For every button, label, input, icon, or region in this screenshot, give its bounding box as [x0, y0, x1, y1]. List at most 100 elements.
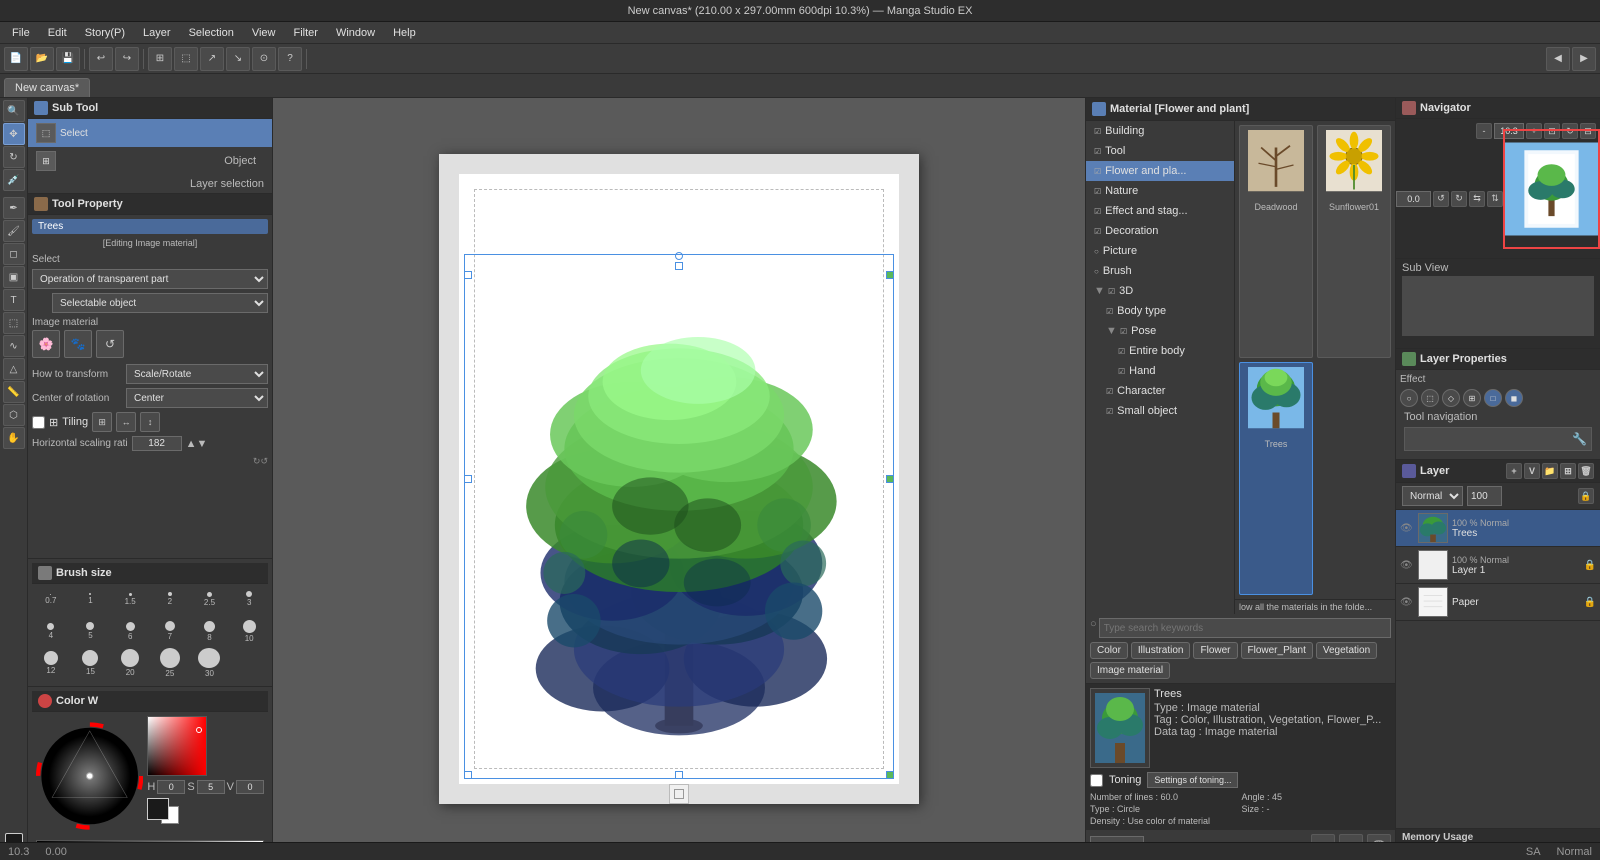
tb-nav-next[interactable]: ▶ — [1572, 47, 1596, 71]
h-scaling-input[interactable] — [132, 436, 182, 451]
tool-select-rect[interactable]: ⬚ — [3, 312, 25, 334]
tb-help[interactable]: ? — [278, 47, 302, 71]
brush-7[interactable]: 7 — [151, 616, 189, 646]
tag-illustration[interactable]: Illustration — [1131, 642, 1191, 659]
tag-flower-plant[interactable]: Flower_Plant — [1241, 642, 1313, 659]
tb-redo[interactable]: ↪ — [115, 47, 139, 71]
canvas-tab[interactable]: New canvas* — [4, 78, 90, 97]
tag-flower[interactable]: Flower — [1193, 642, 1237, 659]
tb-select[interactable]: ⬚ — [174, 47, 198, 71]
brush-25[interactable]: 25 — [151, 648, 189, 678]
tree-building[interactable]: ☑ Building — [1086, 121, 1234, 141]
tag-vegetation[interactable]: Vegetation — [1316, 642, 1377, 659]
layer-paper[interactable]: 👁 Paper 🔒 — [1396, 584, 1600, 621]
layer-delete[interactable]: 🗑 — [1578, 463, 1594, 479]
tool-poly[interactable]: △ — [3, 358, 25, 380]
eff-circle[interactable]: ○ — [1400, 389, 1418, 407]
menu-file[interactable]: File — [4, 25, 38, 41]
menu-story[interactable]: Story(P) — [77, 25, 133, 41]
thumb-trees[interactable]: Trees — [1239, 362, 1313, 595]
tree-nature[interactable]: ☑ Nature — [1086, 181, 1234, 201]
canvas-area[interactable] — [273, 98, 1085, 860]
tool-pen[interactable]: ✒ — [3, 197, 25, 219]
tree-tool[interactable]: ☑ Tool — [1086, 141, 1234, 161]
tag-image-material[interactable]: Image material — [1090, 662, 1170, 679]
nav-zoom-out[interactable]: - — [1476, 123, 1492, 139]
menu-filter[interactable]: Filter — [286, 25, 326, 41]
s-input[interactable] — [197, 780, 225, 794]
tree-entire-body[interactable]: ☑ Entire body — [1086, 341, 1234, 361]
subtool-select[interactable]: ⬚ Select — [28, 119, 272, 147]
nav-rotation-input[interactable] — [1396, 191, 1431, 207]
tb-transform[interactable]: ⊞ — [148, 47, 172, 71]
handle-mid-left[interactable] — [464, 475, 472, 483]
tool-rotate[interactable]: ↻ — [3, 146, 25, 168]
how-transform-select[interactable]: Scale/Rotate — [126, 364, 268, 384]
eff-edge[interactable]: ◇ — [1442, 389, 1460, 407]
tree-effect[interactable]: ☑ Effect and stag... — [1086, 201, 1234, 221]
tree-3d[interactable]: ▼ ☑ 3D — [1086, 281, 1234, 301]
tb-new[interactable]: 📄 — [4, 47, 28, 71]
thumb-deadwood[interactable]: Deadwood — [1239, 125, 1313, 358]
handle-top-right[interactable] — [886, 271, 894, 279]
handle-top-center-circle[interactable] — [675, 252, 683, 260]
menu-view[interactable]: View — [244, 25, 284, 41]
tool-ruler[interactable]: 📏 — [3, 381, 25, 403]
menu-layer[interactable]: Layer — [135, 25, 179, 41]
tb-a3[interactable]: ⊙ — [252, 47, 276, 71]
brush-20[interactable]: 20 — [111, 648, 149, 678]
layer-trees[interactable]: 👁 100 % Normal Trees — [1396, 510, 1600, 547]
brush-2.5[interactable]: 2.5 — [191, 584, 229, 614]
menu-edit[interactable]: Edit — [40, 25, 75, 41]
tree-pose[interactable]: ▼ ☑ Pose — [1086, 321, 1234, 341]
opacity-input[interactable] — [1467, 486, 1502, 506]
tb-open[interactable]: 📂 — [30, 47, 54, 71]
handle-bot-right[interactable] — [886, 771, 894, 779]
blend-mode-select[interactable]: Normal — [1402, 486, 1463, 506]
brush-30[interactable]: 30 — [191, 648, 229, 678]
tree-picture[interactable]: ○ Picture — [1086, 241, 1234, 261]
nav-fliph[interactable]: ⇆ — [1469, 191, 1485, 207]
paper-vis[interactable]: 👁 — [1400, 597, 1414, 608]
tb-undo[interactable]: ↩ — [89, 47, 113, 71]
tree-hand[interactable]: ☑ Hand — [1086, 361, 1234, 381]
selectable-obj-select[interactable]: Selectable object — [52, 293, 268, 313]
menu-selection[interactable]: Selection — [181, 25, 242, 41]
layer-1[interactable]: 👁 100 % Normal Layer 1 🔒 — [1396, 547, 1600, 584]
tool-lasso[interactable]: ∿ — [3, 335, 25, 357]
tb-a2[interactable]: ↘ — [226, 47, 250, 71]
h-scaling-stepper[interactable]: ▲▼ — [186, 438, 208, 450]
eff-texture[interactable]: ⊞ — [1463, 389, 1481, 407]
foreground-color[interactable] — [147, 798, 169, 820]
tool-eraser[interactable]: ◻ — [3, 243, 25, 265]
tree-decoration[interactable]: ☑ Decoration — [1086, 221, 1234, 241]
layer1-vis[interactable]: 👁 — [1400, 560, 1414, 571]
mat-icon1[interactable]: 🌸 — [32, 330, 60, 358]
tree-flower[interactable]: ☑ Flower and pla... — [1086, 161, 1234, 181]
brush-2[interactable]: 2 — [151, 584, 189, 614]
nav-flipv[interactable]: ⇅ — [1487, 191, 1503, 207]
brush-12[interactable]: 12 — [32, 648, 70, 678]
tool-eyedrop[interactable]: 💉 — [3, 169, 25, 191]
tool-nav-bar[interactable]: 🔧 — [1404, 427, 1592, 451]
mat-icon2[interactable]: 🐾 — [64, 330, 92, 358]
menu-window[interactable]: Window — [328, 25, 383, 41]
lock-trans[interactable]: 🔒 — [1578, 488, 1594, 504]
transparent-op-select[interactable]: Operation of transparent part — [32, 269, 268, 289]
eff-blue2[interactable]: ◼ — [1505, 389, 1523, 407]
layer-folder[interactable]: 📁 — [1542, 463, 1558, 479]
handle-mid-right[interactable] — [886, 475, 894, 483]
tiling-checkbox[interactable] — [32, 416, 45, 429]
tool-fill[interactable]: ▣ — [3, 266, 25, 288]
tool-brush[interactable]: 🖌 — [3, 220, 25, 242]
center-rotation-select[interactable]: Center — [126, 388, 268, 408]
toning-settings-btn[interactable]: Settings of toning... — [1147, 772, 1238, 788]
tiling-icon-btn1[interactable]: ⊞ — [92, 412, 112, 432]
tool-zoom[interactable]: 🔍 — [3, 100, 25, 122]
brush-10[interactable]: 10 — [230, 616, 268, 646]
layer-new-vector[interactable]: V — [1524, 463, 1540, 479]
layer-new-raster[interactable]: + — [1506, 463, 1522, 479]
subtool-object[interactable]: ⊞ Object — [28, 147, 272, 175]
tree-small-object[interactable]: ☑ Small object — [1086, 401, 1234, 421]
eff-line[interactable]: ⬚ — [1421, 389, 1439, 407]
